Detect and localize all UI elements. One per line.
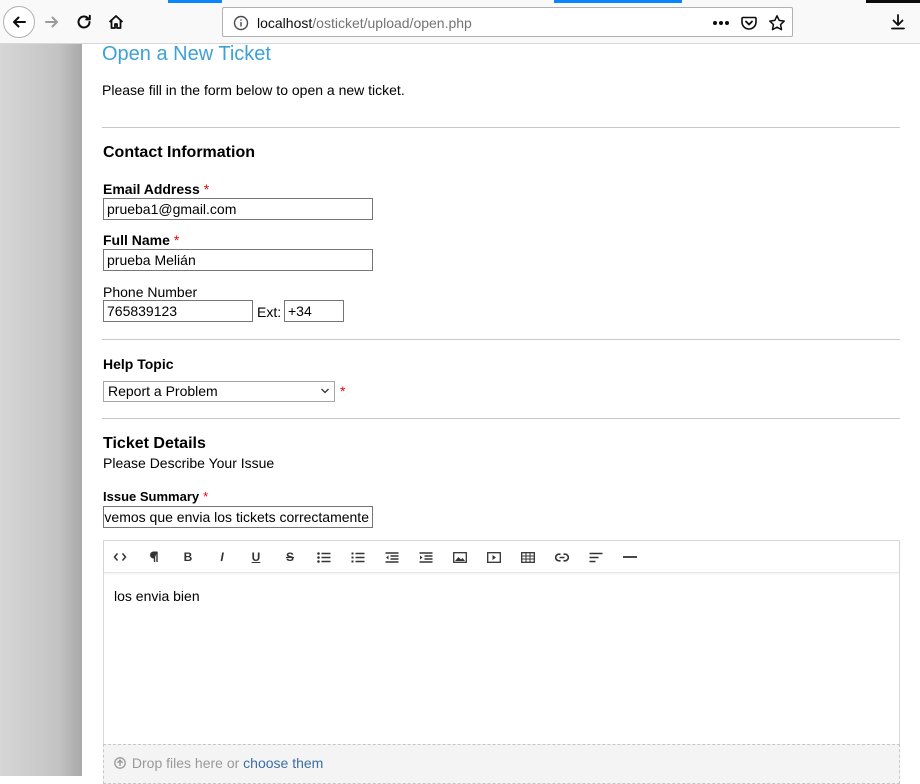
numbered-list-icon [351,552,365,562]
insert-image-button[interactable] [452,549,468,565]
divider [102,127,900,128]
page-intro: Please fill in the form below to open a … [102,82,405,98]
insert-link-button[interactable] [554,549,570,565]
page-actions-button[interactable] [711,13,731,33]
editor-body[interactable]: los envia bien [114,588,200,604]
ticket-details-subheading: Please Describe Your Issue [103,455,275,471]
strikethrough-icon: S [285,550,294,564]
dropzone-prefix: Drop files here or [131,755,240,771]
tab-indicator [554,0,682,3]
tab-indicator [168,0,222,3]
bold-icon: B [183,550,193,564]
dropzone-text: Drop files here or choose them [114,755,323,771]
name-label: Full Name * [103,232,179,248]
upload-icon [114,757,126,769]
bullet-list-icon [317,551,331,563]
link-icon [555,552,569,562]
indent-icon [419,551,433,563]
tab-indicator [866,0,920,3]
required-mark: * [340,383,346,399]
help-topic-select[interactable]: Report a Problem [103,381,335,402]
url-bar[interactable]: localhost/osticket/upload/open.php [222,7,793,37]
email-input[interactable]: prueba1@gmail.com [103,198,373,220]
horizontal-rule-button[interactable] [622,549,638,565]
full-name-input[interactable]: prueba Melián [103,249,373,271]
pocket-icon [741,16,757,30]
issue-summary-label: Issue Summary * [103,489,208,504]
outdent-button[interactable] [384,549,400,565]
indent-button[interactable] [418,549,434,565]
page-background [0,44,82,776]
page-title: Open a New Ticket [102,43,271,65]
phone-label: Phone Number [103,284,198,300]
paragraph-button[interactable] [146,549,162,565]
chevron-down-icon [321,388,329,394]
contact-heading: Contact Information [103,144,255,161]
back-button[interactable] [3,6,35,38]
url-host: localhost [257,15,313,31]
bold-button[interactable]: B [180,549,196,565]
code-view-icon [113,553,127,561]
more-horizontal-icon [713,21,729,25]
paragraph-icon [150,551,158,562]
divider [102,339,900,340]
italic-icon: I [220,550,224,564]
choose-files-link[interactable]: choose them [243,755,323,771]
message-editor: B I U S los envia bien [103,540,900,750]
ext-label: Ext: [257,304,282,320]
ticket-form-panel: Open a New Ticket Please fill in the for… [82,43,920,784]
info-icon[interactable] [233,15,249,31]
insert-table-button[interactable] [520,549,536,565]
forward-arrow-icon [45,16,58,28]
code-view-button[interactable] [112,549,128,565]
url-path: /osticket/upload/open.php [312,15,472,31]
issue-summary-value: vemos que envia los tickets correctament… [104,509,369,525]
browser-toolbar: localhost/osticket/upload/open.php [0,0,920,44]
help-topic-label: Help Topic [103,356,174,372]
reload-icon [77,14,91,29]
back-arrow-icon [13,16,26,28]
outdent-icon [385,551,399,563]
italic-button[interactable]: I [214,549,230,565]
name-label-text: Full Name [103,232,170,248]
issue-summary-label-text: Issue Summary [103,489,200,504]
download-icon [891,14,905,30]
image-icon [453,551,467,563]
ticket-details-heading: Ticket Details [103,435,206,452]
phone-ext-input[interactable]: +34 [284,300,344,322]
reload-button[interactable] [68,6,100,38]
url-text: localhost/osticket/upload/open.php [257,15,472,31]
email-label-text: Email Address [103,181,200,197]
table-icon [521,551,535,563]
insert-video-button[interactable] [486,549,502,565]
align-button[interactable] [588,549,604,565]
downloads-button[interactable] [882,6,914,38]
required-mark: * [203,489,209,504]
forward-button[interactable] [36,6,68,38]
align-icon [589,552,603,562]
phone-input[interactable]: 765839123 [103,300,253,322]
underline-button[interactable]: U [248,549,264,565]
strikethrough-button[interactable]: S [282,549,298,565]
required-mark: * [203,181,210,197]
divider [102,418,900,419]
underline-icon: U [251,550,261,564]
horizontal-rule-icon [623,556,637,558]
bullet-list-button[interactable] [316,549,332,565]
attachment-dropzone[interactable]: Drop files here or choose them [103,744,900,784]
editor-toolbar: B I U S [104,541,899,573]
bookmark-button[interactable] [767,13,787,33]
home-button[interactable] [100,6,132,38]
numbered-list-button[interactable] [350,549,366,565]
video-icon [487,551,501,563]
pocket-button[interactable] [739,13,759,33]
help-topic-selected: Report a Problem [108,383,218,399]
email-label: Email Address * [103,181,209,197]
star-icon [769,15,785,31]
required-mark: * [173,232,180,248]
issue-summary-input[interactable]: vemos que envia los tickets correctament… [103,506,373,528]
home-icon [108,15,124,29]
